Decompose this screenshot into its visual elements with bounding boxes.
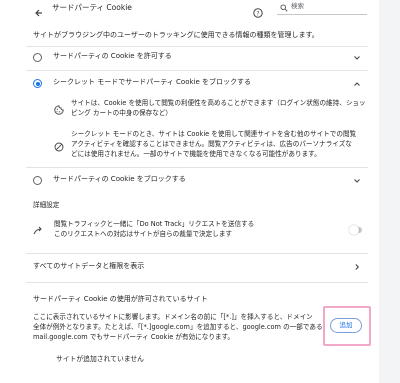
right-panel [379, 0, 400, 383]
radio-block-incognito[interactable] [33, 79, 42, 88]
chevron-down-icon[interactable] [353, 54, 361, 62]
divider [26, 46, 368, 47]
dnt-toggle-knob[interactable] [349, 225, 359, 235]
radio-block[interactable] [33, 176, 42, 185]
detail-block-line2: アクティビティを確認することはできません。閲覧アクティビティは、広告のパーソナラ… [71, 140, 352, 148]
search-icon [280, 4, 288, 12]
block-icon [54, 142, 64, 152]
add-site-button[interactable]: 追加 [330, 318, 362, 333]
allowed-desc-line1: ここに表示されているサイトに影響します。ドメイン名の前に「[*.]」を挿入すると… [33, 313, 313, 321]
page-title: サードパーティ Cookie [52, 3, 132, 12]
all-site-data-label: すべてのサイトデータと権限を表示 [33, 262, 145, 270]
chevron-up-icon[interactable] [353, 80, 361, 88]
option-block-label: サードパーティの Cookie をブロックする [53, 175, 186, 183]
help-button[interactable]: ? [253, 3, 263, 18]
radio-allow[interactable] [33, 53, 42, 62]
detail-cookie-line1: サイトは、Cookie を使用して閲覧の利便性を高めることができます（ログイン状… [71, 99, 366, 107]
allowed-heading: サードパーティ Cookie の使用が許可されているサイト [33, 295, 208, 303]
divider [26, 282, 368, 283]
help-icon: ? [253, 8, 263, 18]
detail-block-line3: どには使用されません。一部のサイトで機能を使用できなくなる可能性があります。 [71, 150, 321, 158]
back-button[interactable] [34, 3, 44, 17]
intro-text: サイトがブラウジング中のユーザーのトラッキングに使用できる情報の種類を管理します… [33, 31, 319, 39]
allowed-desc-line3: mail.google.com でもサードパーティ Cookie が有効になりま… [33, 333, 235, 341]
option-allow-label: サードパーティの Cookie を許可する [53, 52, 172, 60]
chevron-right-icon [355, 264, 360, 270]
divider [26, 167, 368, 168]
detail-cookie-line2: ピング カートの中身の保存など） [71, 109, 173, 117]
left-panel [0, 0, 22, 383]
option-block-incognito-label: シークレット モードでサードパーティ Cookie をブロックする [53, 78, 252, 86]
search-input[interactable]: 検索 [277, 2, 367, 15]
divider [26, 253, 368, 254]
divider [26, 70, 368, 71]
dnt-icon [33, 226, 42, 235]
search-placeholder: 検索 [291, 2, 304, 10]
dnt-sublabel: このリクエストへの対応はサイトが自らの裁量で決定します [54, 230, 233, 238]
detail-block-line1: シークレット モードのとき、サイトは Cookie を使用して関連サイトを含む他… [71, 130, 357, 138]
allowed-desc-line2: 全体が例外となります。たとえば、「[*.]google.com」を追加すると、g… [33, 323, 323, 331]
dnt-label: 閲覧トラフィックと一緒に「Do Not Track」リクエストを送信する [54, 220, 255, 228]
svg-text:?: ? [256, 10, 259, 17]
cookie-icon [54, 105, 64, 115]
back-arrow-icon [35, 9, 42, 17]
advanced-heading: 詳細設定 [33, 201, 60, 209]
no-sites-label: サイトが追加されていません [56, 355, 144, 363]
chevron-down-icon[interactable] [353, 177, 361, 185]
